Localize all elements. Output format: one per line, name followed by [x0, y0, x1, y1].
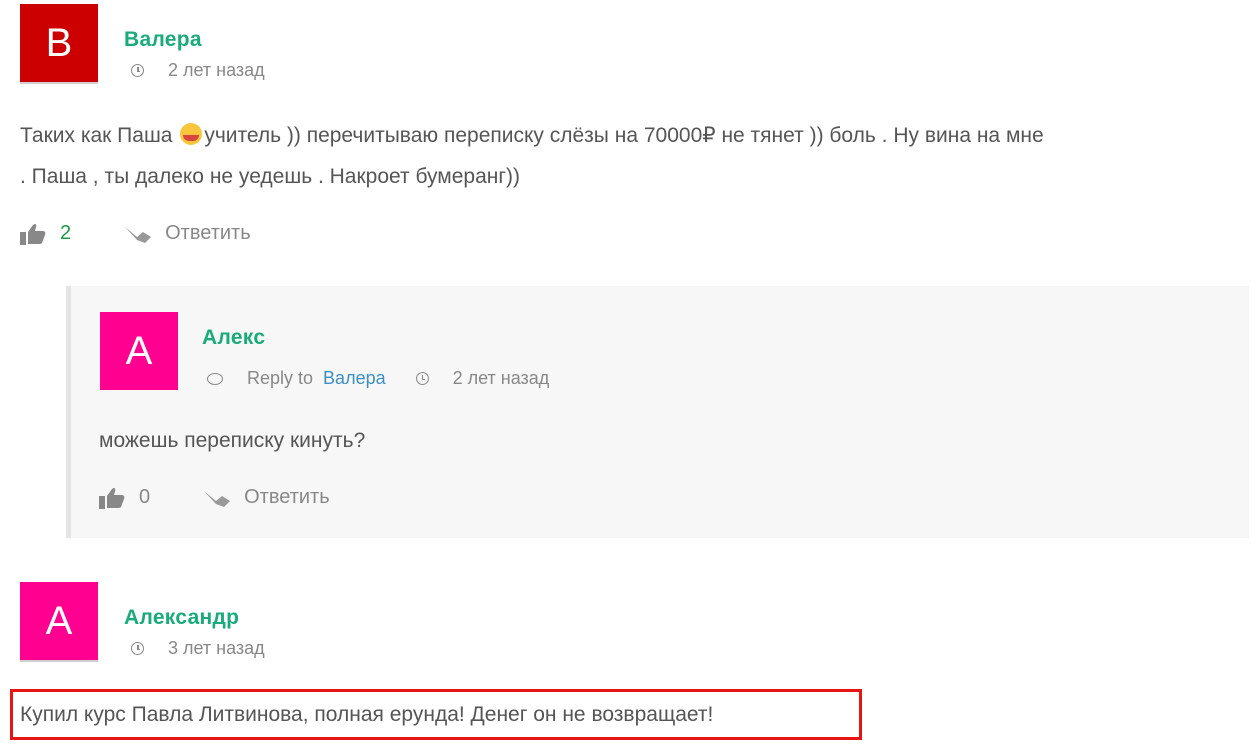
joy-emoji-icon: [180, 123, 203, 145]
comment-meta: 3 лет назад: [131, 638, 265, 659]
comment-time[interactable]: 2 лет назад: [453, 368, 550, 389]
comment-bubble-icon: [207, 372, 223, 385]
comment-time[interactable]: 2 лет назад: [168, 60, 265, 81]
like-count: 2: [60, 222, 72, 244]
comment-meta: 2 лет назад: [131, 60, 265, 81]
reply-to-label: Reply to: [247, 368, 314, 388]
avatar: В: [20, 4, 98, 82]
reply-button[interactable]: Ответить: [244, 486, 330, 509]
comment-text: Таких как Паша учитель )) перечитываю пе…: [20, 115, 1255, 197]
comment-author[interactable]: Александр: [124, 606, 239, 630]
reply-to-link[interactable]: Валера: [323, 368, 386, 389]
comment-actions: 0 Ответить: [99, 486, 330, 509]
clock-icon: [131, 64, 144, 77]
avatar-letter: А: [45, 598, 73, 643]
reply-arrow-icon[interactable]: [202, 487, 232, 509]
comment-text-line: . Паша , ты далеко не уедешь . Накроет б…: [20, 165, 521, 188]
comment-actions: 2 Ответить: [20, 222, 251, 245]
comment-text: можешь переписку кинуть?: [99, 429, 366, 452]
comment-author[interactable]: Алекс: [202, 326, 265, 350]
comment-text-part: учитель )) перечитываю переписку слёзы н…: [204, 124, 1044, 147]
avatar-letter: А: [125, 328, 153, 373]
avatar: А: [20, 582, 98, 660]
comment-meta: Reply to Валера 2 лет назад: [207, 368, 549, 389]
comment-time[interactable]: 3 лет назад: [168, 638, 265, 659]
avatar-letter: В: [45, 20, 73, 65]
thumbs-up-icon[interactable]: [20, 223, 46, 245]
like-count: 0: [139, 486, 151, 508]
clock-icon: [415, 372, 429, 385]
reply-button[interactable]: Ответить: [165, 222, 251, 245]
reply-arrow-icon[interactable]: [123, 223, 153, 245]
comment-text: Купил курс Павла Литвинова, полная ерунд…: [20, 703, 714, 726]
thumbs-up-icon[interactable]: [99, 487, 125, 509]
avatar: А: [100, 312, 178, 390]
comment-text-part: Таких как Паша: [20, 124, 179, 147]
clock-icon: [131, 642, 144, 655]
comment-author[interactable]: Валера: [124, 28, 202, 52]
